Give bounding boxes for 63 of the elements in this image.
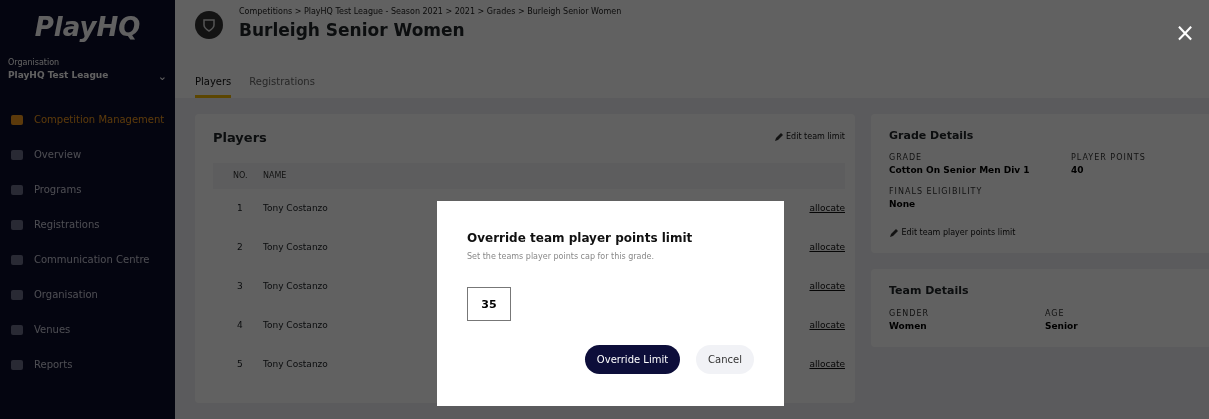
close-button[interactable]: × [1168,20,1201,46]
shield-icon [195,10,223,39]
unallocate-link[interactable]: allocate [809,357,845,372]
menu-icon [10,112,24,127]
field-value: Senior [1045,319,1079,333]
table-cell-text: 5 [236,357,244,371]
modal-description: Set the teams player points cap for this grade. [467,251,656,263]
table-cell-text: 3 [236,279,244,293]
table-cell-text: Tony Costanzo [263,201,328,215]
cancel-button[interactable]: Cancel [696,345,754,374]
sidebar-item[interactable]: Communication Centre [0,241,175,277]
org-label: Organisation [8,57,61,69]
table-cell-text: 1 [236,201,244,215]
field-label: AGE [1045,307,1066,320]
sidebar-item[interactable]: Venues [0,311,175,347]
points-input[interactable]: 35 [467,287,511,321]
table-cell-text: Tony Costanzo [263,357,328,371]
table-cell-text: Tony Costanzo [263,279,328,293]
pencil-icon [889,227,899,238]
breadcrumb: Competitions > PlayHQ Test League - Season 2021 > 2021 > Grades > Burleigh Senior Women [239,6,622,18]
pencil-icon [773,131,784,142]
field-label: FINALS ELIGIBILITY [889,185,984,198]
sidebar-item[interactable]: Organisation [0,276,175,312]
menu-icon [10,357,24,372]
sidebar-item[interactable]: Competition Management [0,101,175,137]
sidebar-item[interactable]: Programs [0,171,175,207]
unallocate-link[interactable]: allocate [809,279,845,294]
menu-icon [10,217,24,232]
menu-icon [10,182,24,197]
field-label: GENDER [889,307,930,320]
tab[interactable]: Registrations [249,67,315,98]
unallocate-link[interactable]: allocate [809,201,845,216]
menu-icon [10,287,24,302]
card-title: Players [213,128,267,147]
card-title: Grade Details [889,127,975,144]
field-value: 40 [1071,164,1085,177]
unallocate-link[interactable]: allocate [809,318,845,333]
sidebar-item[interactable]: Overview [0,136,175,172]
org-name: PlayHQ Test League [8,69,109,82]
modal-title: Override team player points limit [467,230,694,247]
menu-icon [10,322,24,337]
field-label: GRADE [889,152,924,164]
unallocate-link[interactable]: allocate [809,240,845,255]
table-cell-text: Tony Costanzo [263,240,328,254]
sidebar-item[interactable]: Reports [0,346,175,382]
menu-icon [10,147,24,162]
chevron-icon: ⌄ [157,69,167,86]
field-value: Women [889,319,928,333]
table-cell-text: 4 [236,318,244,332]
field-value: None [889,197,917,211]
sidebar-item[interactable]: Registrations [0,206,175,242]
field-value: Cotton On Senior Men Div 1 [889,164,1031,177]
edit-link[interactable]: Edit team player points limit [889,227,1193,239]
menu-icon [10,252,24,267]
table-cell-text: Tony Costanzo [263,318,328,332]
edit-link[interactable]: Edit team limit [773,131,845,144]
override-limit-button[interactable]: Override Limit [584,345,681,374]
card-title: Team Details [889,283,970,299]
tab[interactable]: Players [195,67,232,98]
field-label: PLAYER POINTS [1071,152,1147,164]
page-title: Burleigh Senior Women [239,19,466,42]
table-cell-text: 2 [236,240,244,254]
logo: PlayHQ [33,11,142,44]
